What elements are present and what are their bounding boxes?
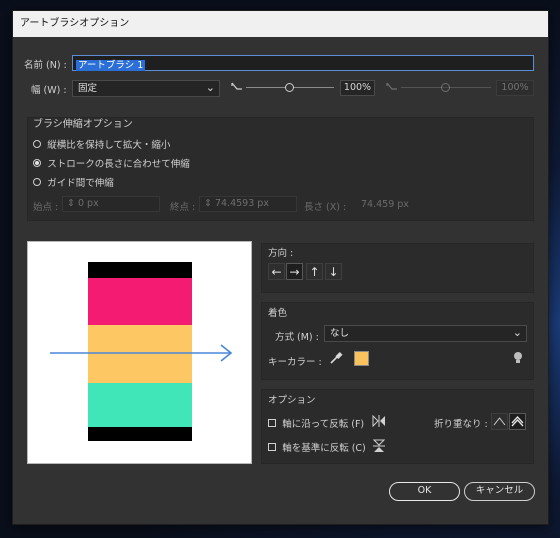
radio-button[interactable] bbox=[33, 159, 41, 167]
radio-button[interactable] bbox=[33, 178, 41, 186]
method-label: 方式 (M) : bbox=[275, 332, 319, 343]
direction-right-button[interactable]: → bbox=[286, 263, 303, 280]
direction-up-button[interactable]: ↑ bbox=[306, 263, 323, 280]
flip-across-icon bbox=[372, 439, 386, 452]
lightbulb-icon[interactable] bbox=[512, 351, 524, 365]
width-value-field-2: 100% bbox=[496, 80, 534, 96]
name-input[interactable]: アートブラシ 1 bbox=[72, 55, 534, 71]
flip-along-checkbox[interactable] bbox=[268, 419, 276, 427]
art-brush-options-dialog: アートブラシオプション 名前 (N) : アートブラシ 1 幅 (W) : 固定… bbox=[12, 10, 549, 525]
key-color-swatch[interactable] bbox=[354, 351, 369, 366]
overlap-adjust-folds-button[interactable] bbox=[509, 413, 526, 430]
flip-across-label: 軸を基準に反転 (C) bbox=[282, 443, 366, 454]
chevron-down-icon: ⌄ bbox=[512, 326, 522, 339]
ok-button[interactable]: OK bbox=[389, 482, 460, 501]
pressure-icon bbox=[231, 82, 242, 90]
radio-button[interactable] bbox=[33, 140, 41, 148]
overlap-adjust-corners-button[interactable] bbox=[491, 413, 508, 430]
start-label: 始点 : bbox=[33, 202, 59, 213]
options-title: オプション bbox=[268, 395, 316, 406]
colorize-title: 着色 bbox=[268, 308, 288, 319]
width-slider-knob[interactable] bbox=[285, 83, 294, 92]
radio-label: ストロークの長さに合わせて伸縮 bbox=[47, 159, 190, 170]
eyedropper-icon[interactable] bbox=[329, 351, 343, 365]
width-label: 幅 (W) : bbox=[31, 85, 67, 96]
start-value: 0 px bbox=[77, 198, 99, 209]
overlap-label: 折り重なり : bbox=[434, 419, 488, 430]
flip-along-icon bbox=[372, 414, 385, 428]
brush-preview bbox=[27, 241, 252, 464]
width-slider-knob-2 bbox=[441, 83, 450, 92]
direction-left-button[interactable]: ← bbox=[268, 263, 285, 280]
length-label: 長さ (X) : bbox=[304, 202, 347, 213]
radio-label: 縦横比を保持して拡大・縮小 bbox=[47, 140, 171, 151]
name-label: 名前 (N) : bbox=[24, 60, 67, 71]
method-select-value: なし bbox=[330, 328, 350, 339]
radio-stretch-to-fit[interactable]: ストロークの長さに合わせて伸縮 bbox=[33, 156, 190, 170]
method-select[interactable]: なし ⌄ bbox=[324, 325, 527, 342]
window-title: アートブラシオプション bbox=[13, 11, 548, 37]
end-label: 終点 : bbox=[170, 202, 196, 213]
flip-across-checkbox-row[interactable]: 軸を基準に反転 (C) bbox=[268, 440, 366, 454]
scale-options-title: ブラシ伸縮オプション bbox=[33, 119, 133, 130]
direction-down-button[interactable]: ↓ bbox=[325, 263, 342, 280]
overlap-icon-1 bbox=[493, 417, 506, 426]
pressure-icon-2 bbox=[386, 82, 397, 90]
width-select-value: 固定 bbox=[78, 83, 98, 94]
preview-stripe bbox=[88, 427, 192, 441]
preview-stripe bbox=[88, 278, 192, 325]
preview-stripe bbox=[88, 383, 192, 427]
flip-along-label: 軸に沿って反転 (F) bbox=[282, 419, 365, 430]
overlap-icon-2 bbox=[511, 416, 524, 427]
end-value: 74.4593 px bbox=[214, 198, 269, 209]
end-field: ⇕ 74.4593 px bbox=[199, 196, 297, 212]
radio-keep-proportions[interactable]: 縦横比を保持して拡大・縮小 bbox=[33, 137, 171, 151]
direction-arrow-icon bbox=[50, 344, 233, 362]
cancel-button[interactable]: キャンセル bbox=[464, 482, 535, 501]
width-value-field[interactable]: 100% bbox=[340, 80, 375, 96]
start-field: ⇕ 0 px bbox=[62, 196, 160, 212]
chevron-down-icon: ⌄ bbox=[205, 81, 215, 94]
preview-stripe bbox=[88, 262, 192, 278]
radio-stretch-between-guides[interactable]: ガイド間で伸縮 bbox=[33, 175, 114, 189]
flip-along-checkbox-row[interactable]: 軸に沿って反転 (F) bbox=[268, 416, 364, 430]
key-color-label: キーカラー : bbox=[268, 357, 322, 368]
width-select[interactable]: 固定 ⌄ bbox=[72, 80, 220, 97]
name-value: アートブラシ 1 bbox=[76, 60, 146, 71]
radio-label: ガイド間で伸縮 bbox=[47, 178, 114, 189]
direction-title: 方向 : bbox=[268, 248, 294, 259]
length-value: 74.459 px bbox=[361, 199, 409, 210]
flip-across-checkbox[interactable] bbox=[268, 443, 276, 451]
